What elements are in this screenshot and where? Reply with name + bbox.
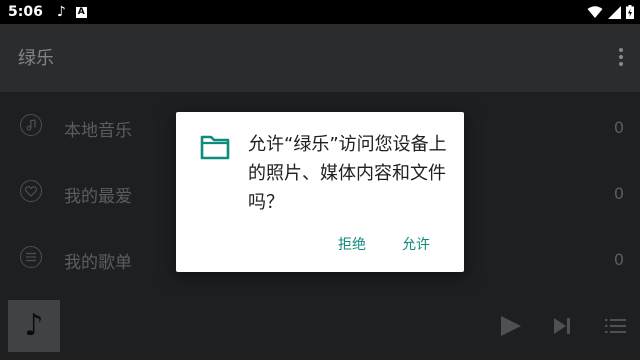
allow-button[interactable]: 允许 <box>402 234 430 254</box>
folder-icon <box>200 135 230 160</box>
wifi-icon <box>587 5 603 18</box>
cell-signal-icon <box>608 5 621 19</box>
music-notification-icon: ♪ <box>56 4 66 20</box>
permission-message: 允许“绿乐”访问您设备上的照片、媒体内容和文件吗？ <box>248 134 447 213</box>
permission-dialog: 允许“绿乐”访问您设备上的照片、媒体内容和文件吗？ 拒绝 允许 <box>176 112 464 272</box>
battery-icon <box>626 5 634 19</box>
deny-button[interactable]: 拒绝 <box>338 234 366 254</box>
a-notification-icon: A <box>75 6 87 18</box>
status-bar: 5:06 ♪ A <box>0 0 640 24</box>
status-time: 5:06 <box>8 4 43 20</box>
status-icons <box>587 0 634 24</box>
